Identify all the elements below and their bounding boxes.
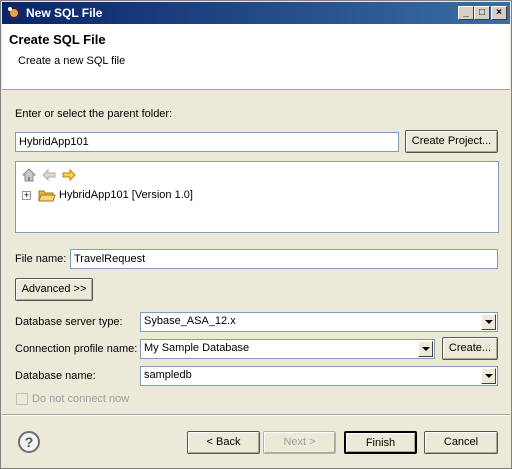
- db-server-type-value: Sybase_ASA_12.x: [144, 315, 236, 327]
- parent-folder-label: Enter or select the parent folder:: [15, 108, 173, 120]
- db-name-label: Database name:: [15, 370, 96, 382]
- wizard-header: Create SQL File Create a new SQL file: [2, 24, 510, 90]
- back-button[interactable]: < Back: [187, 431, 260, 454]
- connection-profile-select[interactable]: My Sample Database: [140, 339, 435, 359]
- home-icon[interactable]: [22, 168, 36, 182]
- create-project-button[interactable]: Create Project...: [405, 130, 498, 153]
- db-server-type-label: Database server type:: [15, 316, 123, 328]
- db-server-type-select[interactable]: Sybase_ASA_12.x: [140, 312, 498, 332]
- window-title: New SQL File: [26, 6, 103, 20]
- file-name-label: File name:: [15, 253, 67, 265]
- chevron-down-icon[interactable]: [418, 341, 433, 357]
- eclipse-app-icon: [7, 6, 21, 20]
- create-connection-button[interactable]: Create...: [442, 337, 498, 360]
- finish-button[interactable]: Finish: [344, 431, 417, 454]
- advanced-button[interactable]: Advanced >>: [15, 278, 93, 301]
- do-not-connect-checkbox[interactable]: [16, 393, 28, 405]
- chevron-down-icon[interactable]: [481, 368, 496, 384]
- page-description: Create a new SQL file: [18, 55, 126, 67]
- maximize-button[interactable]: □: [474, 6, 490, 20]
- close-button[interactable]: ×: [491, 6, 507, 20]
- db-name-value: sampledb: [144, 369, 192, 381]
- tree-item-label: HybridApp101 [Version 1.0]: [59, 189, 193, 201]
- minimize-button[interactable]: _: [458, 6, 474, 20]
- file-name-input[interactable]: TravelRequest: [70, 249, 498, 269]
- folder-tree[interactable]: + HybridApp101 [Version 1.0]: [15, 161, 499, 233]
- forward-arrow-icon[interactable]: [62, 168, 76, 182]
- back-arrow-icon[interactable]: [42, 168, 56, 182]
- chevron-down-icon[interactable]: [481, 314, 496, 330]
- title-bar[interactable]: New SQL File _ □ ×: [2, 2, 510, 24]
- connection-profile-label: Connection profile name:: [15, 343, 138, 355]
- cancel-button[interactable]: Cancel: [424, 431, 498, 454]
- footer-divider: [2, 414, 510, 416]
- expand-icon[interactable]: +: [22, 191, 31, 200]
- next-button[interactable]: Next >: [263, 431, 336, 454]
- parent-folder-input[interactable]: HybridApp101: [15, 132, 399, 152]
- do-not-connect-label: Do not connect now: [32, 393, 130, 405]
- new-sql-file-dialog: New SQL File _ □ × Create SQL File Creat…: [0, 0, 512, 469]
- connection-profile-value: My Sample Database: [144, 342, 250, 354]
- folder-open-icon: [38, 190, 56, 202]
- page-title: Create SQL File: [9, 32, 106, 47]
- db-name-select[interactable]: sampledb: [140, 366, 498, 386]
- help-icon[interactable]: ?: [18, 431, 40, 453]
